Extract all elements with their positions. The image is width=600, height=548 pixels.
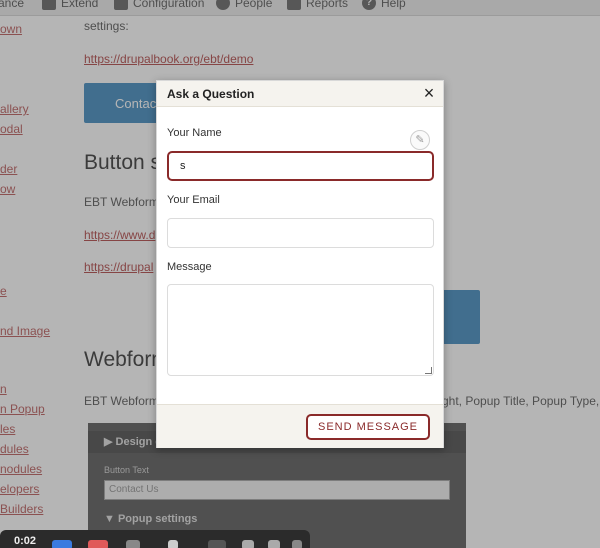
taskbar: 0:02 (0, 530, 310, 548)
email-label: Your Email (167, 194, 220, 206)
pen-icon[interactable] (126, 540, 140, 548)
pin-icon[interactable] (168, 540, 178, 548)
resize-handle-icon[interactable] (425, 367, 432, 374)
close-icon[interactable]: × (419, 83, 439, 103)
pencil-icon[interactable]: ✎ (410, 130, 430, 150)
ask-question-modal: Ask a Question × Your Name ✎ s Your Emai… (156, 80, 444, 448)
name-label: Your Name (167, 127, 222, 139)
message-label: Message (167, 261, 212, 273)
send-message-button[interactable]: SEND MESSAGE (306, 414, 430, 440)
message-textarea[interactable] (167, 284, 434, 376)
draw-icon[interactable] (242, 540, 254, 548)
modal-footer: SEND MESSAGE (157, 404, 443, 448)
minus-icon[interactable] (292, 540, 302, 548)
modal-title: Ask a Question (167, 87, 255, 101)
app-icon[interactable] (52, 540, 72, 548)
email-input[interactable] (167, 218, 434, 248)
record-icon[interactable] (88, 540, 108, 548)
plus-icon[interactable] (268, 540, 280, 548)
modal-header: Ask a Question × (157, 81, 443, 107)
play-icon[interactable] (208, 540, 226, 548)
name-input[interactable]: s (167, 151, 434, 181)
taskbar-clock: 0:02 (14, 535, 37, 547)
